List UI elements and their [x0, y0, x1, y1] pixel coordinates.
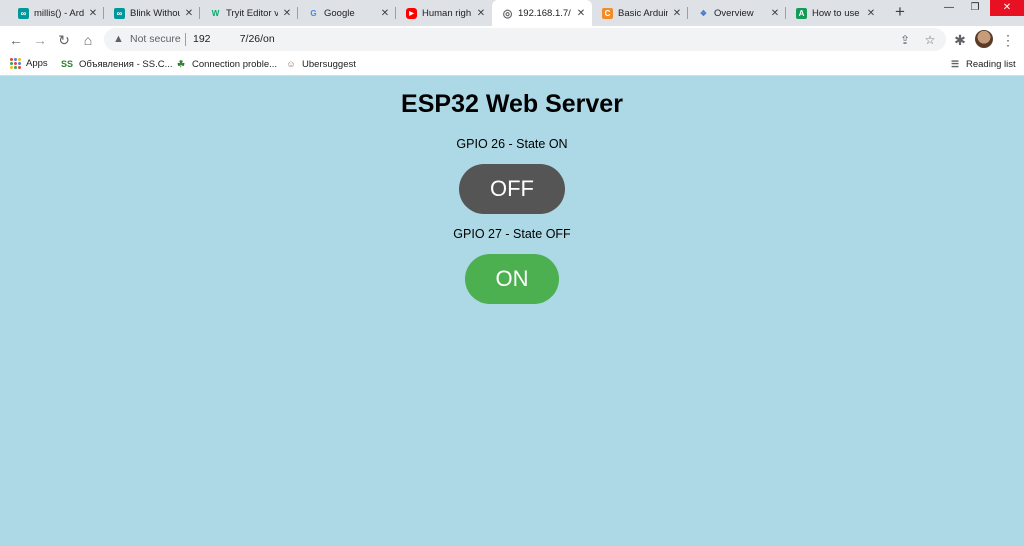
- gpio27-on-button[interactable]: ON: [465, 254, 559, 304]
- bookmark-star-icon[interactable]: ☆: [922, 32, 938, 48]
- close-tab-icon[interactable]: ✕: [770, 8, 780, 19]
- back-arrow-icon[interactable]: ←: [7, 31, 25, 49]
- tab-title: Blink Withou: [130, 7, 180, 19]
- reading-list-label: Reading list: [966, 58, 1016, 70]
- url-text[interactable]: 192 7/26/on: [193, 33, 275, 45]
- bookmark-apps[interactable]: Apps: [10, 58, 48, 69]
- home-icon[interactable]: ⌂: [79, 31, 97, 49]
- close-tab-icon[interactable]: ✕: [88, 8, 98, 19]
- close-tab-icon[interactable]: ✕: [476, 8, 486, 19]
- youtube-icon: ▶: [406, 7, 417, 19]
- tab-title: How to use: [812, 7, 860, 19]
- ss-icon: SS: [60, 59, 73, 69]
- gpio26-off-button[interactable]: OFF: [459, 164, 565, 214]
- restore-button[interactable]: ❐: [962, 0, 988, 16]
- browser-toolbar: ← → ↻ ⌂ ▲ Not secure 192 7/26/on ⇪ ☆ ✱ ⋮: [0, 26, 1024, 53]
- tab-human-rights[interactable]: ▶ Human righ ✕: [396, 0, 492, 26]
- close-tab-icon[interactable]: ✕: [866, 8, 876, 19]
- close-tab-icon[interactable]: ✕: [282, 8, 292, 19]
- tab-title: Basic Arduin: [618, 7, 668, 19]
- close-tab-icon[interactable]: ✕: [184, 8, 194, 19]
- tab-strip: ∞ millis() - Ard ✕ ∞ Blink Withou ✕ W Tr…: [0, 0, 1024, 26]
- profile-avatar[interactable]: [975, 30, 993, 48]
- extensions-puzzle-icon[interactable]: ✱: [951, 31, 969, 49]
- tab-basic-arduino[interactable]: C Basic Arduin ✕: [592, 0, 688, 26]
- address-bar[interactable]: ▲ Not secure 192 7/26/on ⇪ ☆: [104, 28, 946, 51]
- gpio27-state-label: GPIO 27 - State OFF: [453, 227, 571, 241]
- reading-list-icon: ☰: [950, 58, 960, 69]
- tab-overview[interactable]: ❖ Overview ✕: [688, 0, 786, 26]
- ubersuggest-icon: ☺: [286, 59, 296, 69]
- bookmark-label: Connection proble...: [192, 58, 278, 70]
- a-site-icon: A: [796, 7, 807, 19]
- bookmarks-bar: Apps SS Объявления - SS.C... ☘ Connectio…: [0, 53, 1024, 76]
- tab-title: Overview: [714, 7, 754, 19]
- close-tab-icon[interactable]: ✕: [380, 8, 390, 19]
- page-title: ESP32 Web Server: [401, 90, 623, 118]
- w3schools-icon: W: [211, 8, 220, 18]
- close-tab-icon[interactable]: ✕: [576, 8, 586, 19]
- reading-list-button[interactable]: ☰ Reading list: [949, 58, 1016, 70]
- new-tab-button[interactable]: +: [890, 2, 910, 22]
- gpio26-state-label: GPIO 26 - State ON: [456, 137, 568, 151]
- globe-icon: ◎: [502, 7, 513, 20]
- tab-title: Google: [324, 7, 355, 19]
- reload-icon[interactable]: ↻: [55, 31, 73, 49]
- warning-icon[interactable]: ▲: [112, 33, 125, 46]
- close-tab-icon[interactable]: ✕: [672, 8, 682, 19]
- leaf-icon: ☘: [176, 58, 186, 69]
- window-close-button[interactable]: ✕: [990, 0, 1024, 16]
- tab-how-to-use[interactable]: A How to use ✕: [786, 0, 882, 26]
- overview-icon: ❖: [699, 8, 708, 18]
- bookmark-label: Объявления - SS.C...: [79, 58, 173, 70]
- tab-millis[interactable]: ∞ millis() - Ard ✕: [8, 0, 104, 26]
- bookmark-label: Ubersuggest: [302, 58, 356, 70]
- c-site-icon: C: [602, 7, 613, 19]
- tab-title: millis() - Ard: [34, 7, 84, 19]
- tab-title: Tryit Editor v: [226, 7, 278, 19]
- not-secure-label[interactable]: Not secure: [130, 33, 181, 45]
- menu-kebab-icon[interactable]: ⋮: [999, 31, 1017, 49]
- forward-arrow-icon[interactable]: →: [31, 31, 49, 49]
- google-icon: G: [310, 8, 317, 18]
- tab-google[interactable]: G Google ✕: [298, 0, 396, 26]
- minimize-button[interactable]: —: [936, 0, 962, 16]
- tab-esp32-active[interactable]: ◎ 192.168.1.7/ ✕: [492, 0, 592, 26]
- tab-title: 192.168.1.7/: [518, 7, 571, 19]
- arduino-icon: ∞: [18, 7, 29, 19]
- bookmark-ss[interactable]: SS Объявления - SS.C...: [60, 58, 173, 70]
- apps-icon: [10, 58, 21, 69]
- arduino-icon: ∞: [114, 7, 125, 19]
- bookmark-connection-problem[interactable]: ☘ Connection proble...: [175, 58, 277, 70]
- bookmark-ubersuggest[interactable]: ☺ Ubersuggest: [285, 58, 356, 70]
- tab-blink-without[interactable]: ∞ Blink Withou ✕: [104, 0, 200, 26]
- bookmark-label: Apps: [26, 58, 48, 69]
- tab-title: Human righ: [422, 7, 472, 19]
- tab-tryit-editor[interactable]: W Tryit Editor v ✕: [200, 0, 298, 26]
- share-icon[interactable]: ⇪: [897, 32, 913, 48]
